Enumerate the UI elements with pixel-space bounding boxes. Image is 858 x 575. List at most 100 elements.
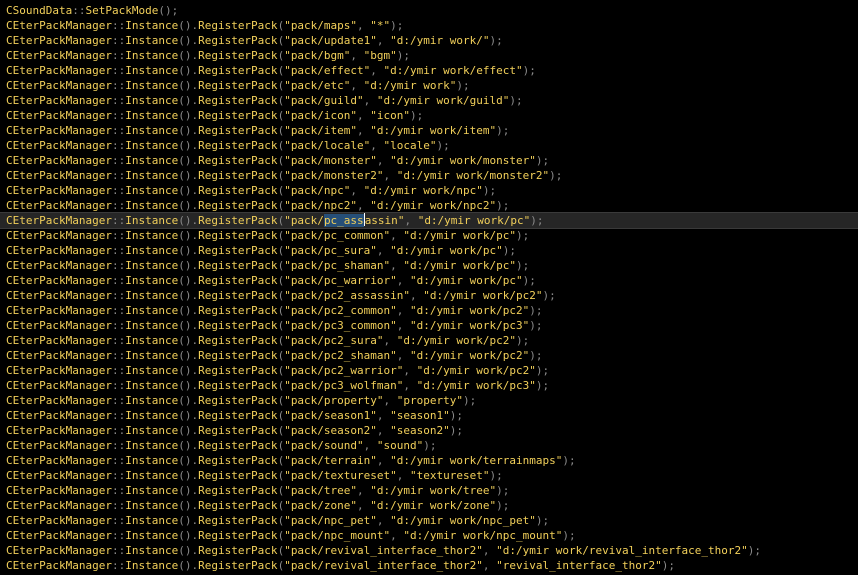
- close-paren: );: [436, 139, 450, 152]
- quote: ": [284, 184, 291, 197]
- comma: ,: [363, 94, 377, 107]
- code-line[interactable]: CEterPackManager::Instance().RegisterPac…: [0, 33, 858, 48]
- quote: ": [496, 244, 503, 257]
- code-line[interactable]: CEterPackManager::Instance().RegisterPac…: [0, 318, 858, 333]
- code-line[interactable]: CEterPackManager::Instance().RegisterPac…: [0, 513, 858, 528]
- comma: ,: [357, 499, 371, 512]
- code-line[interactable]: CEterPackManager::Instance().RegisterPac…: [0, 303, 858, 318]
- code-line[interactable]: CEterPackManager::Instance().RegisterPac…: [0, 393, 858, 408]
- code-line[interactable]: CEterPackManager::Instance().RegisterPac…: [0, 558, 858, 573]
- method-name: Instance: [125, 454, 179, 467]
- class-name: CEterPackManager: [6, 349, 112, 362]
- close-paren: );: [449, 409, 464, 422]
- code-line[interactable]: CEterPackManager::Instance().RegisterPac…: [0, 468, 858, 483]
- pack-name-string: pack/pc_common: [290, 229, 384, 242]
- method-name: Instance: [125, 439, 179, 452]
- close-paren: );: [529, 319, 543, 332]
- comma: ,: [383, 334, 397, 347]
- quote: ": [390, 304, 397, 317]
- code-line[interactable]: CEterPackManager::Instance().RegisterPac…: [0, 288, 858, 303]
- pack-name-string: pack/pc2_assassin: [290, 289, 404, 302]
- method-name: RegisterPack: [198, 244, 278, 257]
- method-name: Instance: [125, 514, 179, 527]
- close-paren: );: [516, 334, 530, 347]
- close-paren: );: [502, 244, 517, 257]
- call-parens: ().: [178, 34, 199, 47]
- code-line[interactable]: CEterPackManager::Instance().RegisterPac…: [0, 363, 858, 378]
- code-line[interactable]: CEterPackManager::Instance().RegisterPac…: [0, 108, 858, 123]
- code-line[interactable]: CEterPackManager::Instance().RegisterPac…: [0, 153, 858, 168]
- code-line[interactable]: CEterPackManager::Instance().RegisterPac…: [0, 123, 858, 138]
- scope-operator: ::: [111, 244, 126, 257]
- code-line[interactable]: CEterPackManager::Instance().RegisterPac…: [0, 93, 858, 108]
- comma: ,: [350, 79, 364, 92]
- code-line[interactable]: CEterPackManager::Instance().RegisterPac…: [0, 408, 858, 423]
- code-line[interactable]: CEterPackManager::Instance().RegisterPac…: [0, 168, 858, 183]
- quote: ": [284, 19, 291, 32]
- code-line[interactable]: CEterPackManager::Instance().RegisterPac…: [0, 18, 858, 33]
- quote: ": [370, 499, 377, 512]
- method-name: RegisterPack: [198, 64, 278, 77]
- scope-operator: ::: [111, 274, 126, 287]
- class-name: CEterPackManager: [6, 559, 112, 572]
- code-line[interactable]: CEterPackManager::Instance().RegisterPac…: [0, 258, 858, 273]
- class-name: CEterPackManager: [6, 169, 112, 182]
- pack-path-string: d:/ymir work/pc2: [416, 304, 523, 317]
- quote: ": [376, 94, 384, 107]
- code-line[interactable]: CEterPackManager::Instance().RegisterPac…: [0, 243, 858, 258]
- scope-operator: ::: [111, 34, 126, 47]
- code-line[interactable]: CEterPackManager::Instance().RegisterPac…: [0, 438, 858, 453]
- class-name: CEterPackManager: [6, 529, 112, 542]
- call-parens: ().: [178, 214, 199, 227]
- quote: ": [370, 244, 377, 257]
- class-name: CEterPackManager: [6, 124, 112, 137]
- code-line[interactable]: CSoundData::SetPackMode();: [0, 3, 858, 18]
- quote: ": [443, 424, 450, 437]
- quote: ": [655, 559, 662, 572]
- code-editor[interactable]: CSoundData::SetPackMode(); CEterPackManag…: [0, 0, 858, 575]
- code-line[interactable]: CEterPackManager::Instance().RegisterPac…: [0, 498, 858, 513]
- code-line[interactable]: CEterPackManager::Instance().RegisterPac…: [0, 273, 858, 288]
- code-line[interactable]: CEterPackManager::Instance().RegisterPac…: [0, 228, 858, 243]
- code-line[interactable]: CEterPackManager::Instance().RegisterPac…: [0, 138, 858, 153]
- close-paren: );: [542, 289, 556, 302]
- method-name: RegisterPack: [198, 49, 278, 62]
- code-line[interactable]: CEterPackManager::Instance().RegisterPac…: [0, 183, 858, 198]
- code-line[interactable]: CEterPackManager::Instance().RegisterPac…: [0, 483, 858, 498]
- method-name: RegisterPack: [198, 334, 278, 347]
- code-line[interactable]: CEterPackManager::Instance().RegisterPac…: [0, 78, 858, 93]
- quote: ": [529, 379, 536, 392]
- pack-name-string: pack/locale: [290, 139, 364, 152]
- code-line[interactable]: CEterPackManager::Instance().RegisterPac…: [0, 48, 858, 63]
- code-line[interactable]: CEterPackManager::Instance().RegisterPac…: [0, 63, 858, 78]
- call-parens: ().: [178, 19, 199, 32]
- code-line[interactable]: CEterPackManager::Instance().RegisterPac…: [0, 378, 858, 393]
- code-line[interactable]: CEterPackManager::Instance().RegisterPac…: [0, 543, 858, 558]
- class-name: CEterPackManager: [6, 544, 112, 557]
- method-name: RegisterPack: [198, 169, 278, 182]
- code-line[interactable]: CEterPackManager::Instance().RegisterPac…: [0, 198, 858, 213]
- method-name: Instance: [125, 469, 179, 482]
- code-line[interactable]: CEterPackManager::Instance().RegisterPac…: [0, 348, 858, 363]
- code-line[interactable]: CEterPackManager::Instance().RegisterPac…: [0, 333, 858, 348]
- comma: ,: [390, 229, 404, 242]
- quote: ": [284, 124, 291, 137]
- quote: ": [390, 514, 397, 527]
- code-line[interactable]: CEterPackManager::Instance().RegisterPac…: [0, 453, 858, 468]
- comma: ,: [357, 199, 371, 212]
- comma: ,: [376, 154, 391, 167]
- scope-operator: ::: [111, 19, 126, 32]
- scope-operator: ::: [111, 79, 126, 92]
- quote: ": [284, 559, 291, 572]
- quote: ": [284, 409, 291, 422]
- code-line[interactable]: CEterPackManager::Instance().RegisterPac…: [0, 528, 858, 543]
- code-line[interactable]: CEterPackManager::Instance().RegisterPac…: [0, 212, 858, 229]
- quote: ": [376, 394, 384, 407]
- pack-name-string: pack/item: [290, 124, 351, 137]
- scope-operator: ::: [111, 199, 126, 212]
- code-line[interactable]: CEterPackManager::Instance().RegisterPac…: [0, 423, 858, 438]
- pack-name-string: pack/pc2_sura: [290, 334, 377, 347]
- close-paren: );: [535, 514, 550, 527]
- quote: ": [410, 304, 417, 317]
- close-paren: );: [522, 64, 536, 77]
